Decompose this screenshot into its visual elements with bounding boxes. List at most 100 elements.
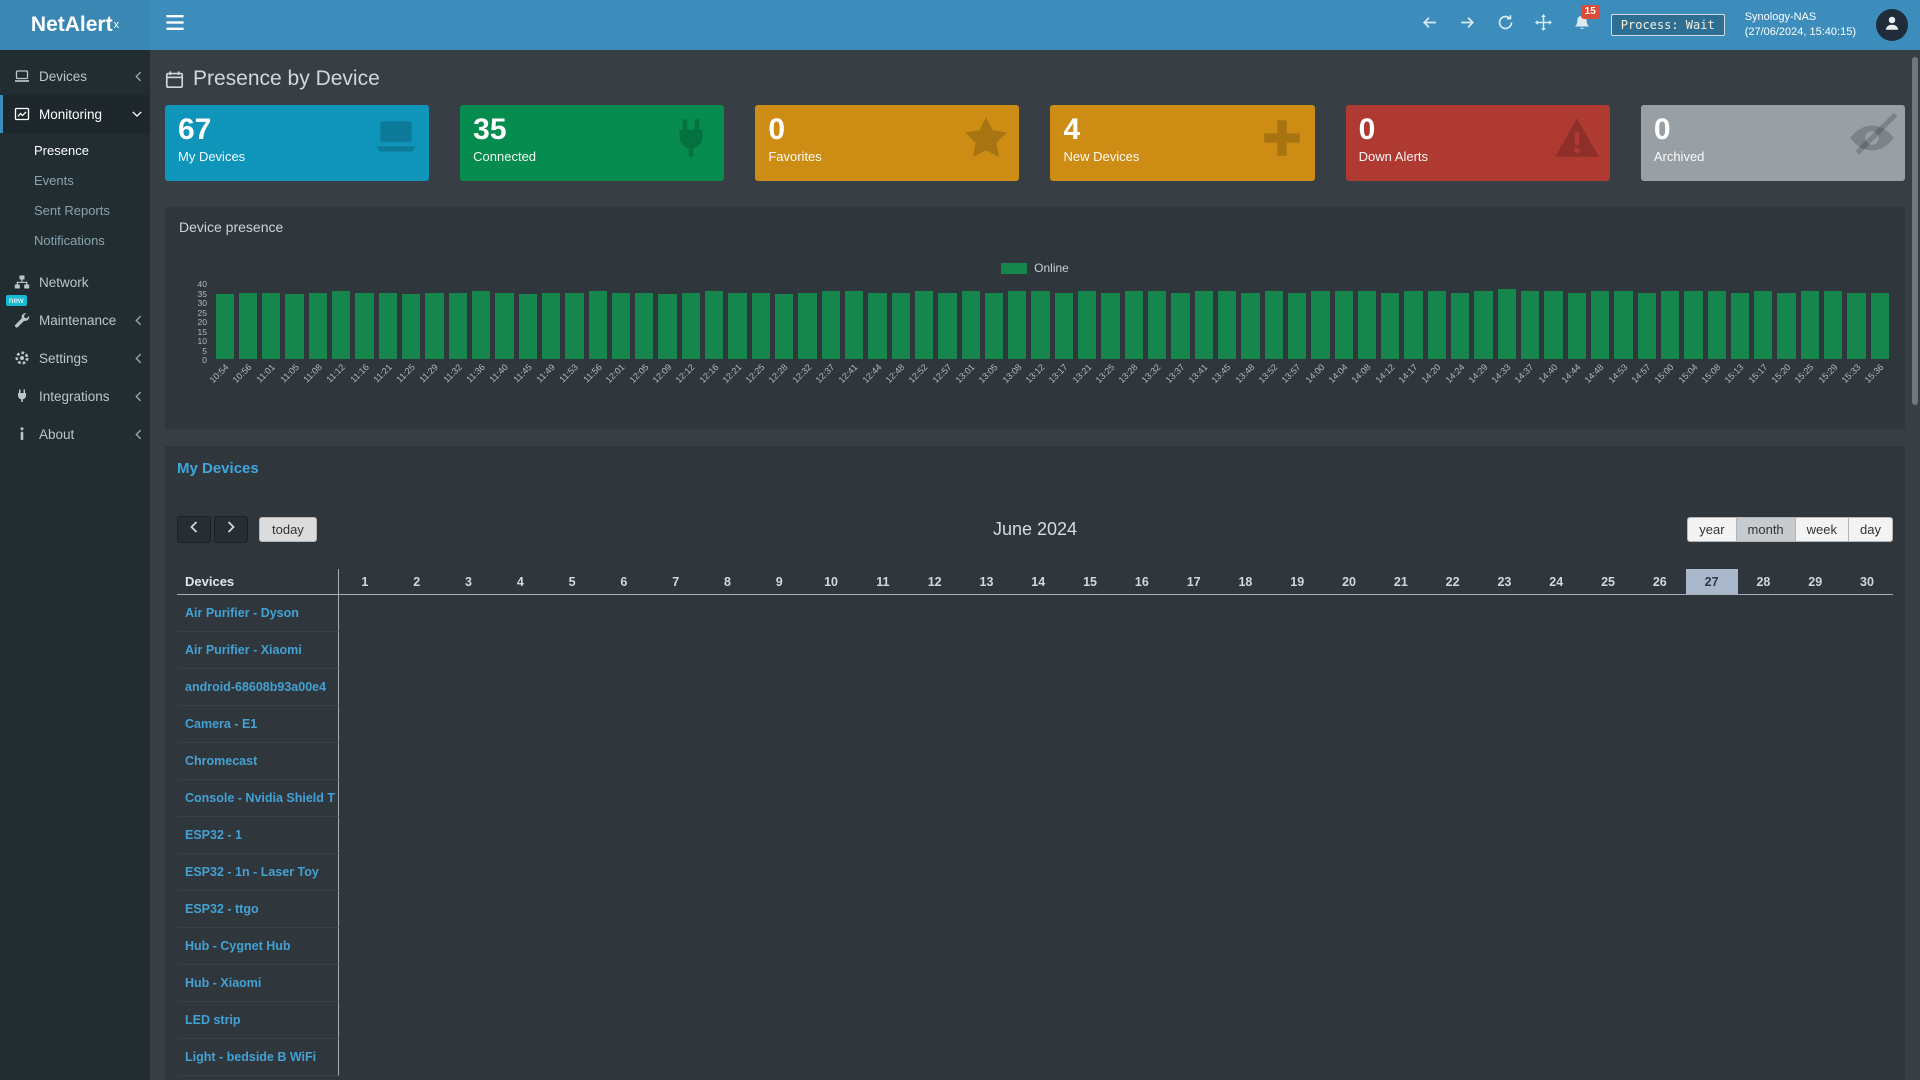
chart-bar bbox=[1241, 293, 1259, 360]
nav-forward-button[interactable] bbox=[1459, 16, 1477, 34]
sidebar-item-maintenance[interactable]: new Maintenance bbox=[0, 301, 150, 339]
chart-bar bbox=[868, 293, 886, 360]
calendar-today-button[interactable]: today bbox=[259, 517, 317, 542]
device-name-link[interactable]: Chromecast bbox=[177, 743, 339, 780]
sidebar-item-sent-reports[interactable]: Sent Reports bbox=[0, 195, 150, 225]
chart-bar bbox=[542, 293, 560, 360]
host-timestamp: (27/06/2024, 15:40:15) bbox=[1745, 25, 1856, 40]
card-down-alerts[interactable]: 0 Down Alerts bbox=[1346, 105, 1610, 181]
chart-bar bbox=[1474, 291, 1492, 359]
card-my-devices[interactable]: 67 My Devices bbox=[165, 105, 429, 181]
laptop-icon bbox=[14, 68, 30, 84]
device-name-link[interactable]: Camera - E1 bbox=[177, 706, 339, 743]
device-name-link[interactable]: LED strip bbox=[177, 1002, 339, 1039]
chart-bar bbox=[1731, 293, 1749, 360]
device-name-link[interactable]: ESP32 - 1 bbox=[177, 817, 339, 854]
plug-icon bbox=[666, 113, 716, 163]
day-header-17: 17 bbox=[1168, 569, 1220, 594]
chart-bar bbox=[612, 293, 630, 360]
refresh-button[interactable] bbox=[1497, 16, 1515, 34]
device-name-link[interactable]: Air Purifier - Dyson bbox=[177, 595, 339, 632]
chart-bar bbox=[1428, 291, 1446, 359]
eye-slash-icon bbox=[1847, 113, 1897, 163]
card-favorites[interactable]: 0 Favorites bbox=[755, 105, 1019, 181]
chart-bar bbox=[635, 293, 653, 360]
day-header-26: 26 bbox=[1634, 569, 1686, 594]
day-header-15: 15 bbox=[1064, 569, 1116, 594]
star-icon bbox=[961, 113, 1011, 163]
chart-bar bbox=[1335, 291, 1353, 359]
chart-bar bbox=[1288, 293, 1306, 360]
view-month-button[interactable]: month bbox=[1736, 517, 1796, 542]
refresh-icon bbox=[1497, 14, 1514, 36]
chart-bar bbox=[962, 291, 980, 359]
move-button[interactable] bbox=[1535, 16, 1553, 34]
y-tick-label: 40 bbox=[198, 279, 207, 289]
day-header-6: 6 bbox=[598, 569, 650, 594]
device-name-link[interactable]: Air Purifier - Xiaomi bbox=[177, 632, 339, 669]
view-day-button[interactable]: day bbox=[1848, 517, 1893, 542]
chart-bar bbox=[239, 293, 257, 360]
device-row: Hub - Cygnet Hub bbox=[177, 928, 1893, 965]
device-name-link[interactable]: ESP32 - ttgo bbox=[177, 891, 339, 928]
sidebar-item-label: Network bbox=[39, 275, 142, 290]
sidebar-item-integrations[interactable]: Integrations bbox=[0, 377, 150, 415]
monitoring-submenu: Presence Events Sent Reports Notificatio… bbox=[0, 133, 150, 263]
chevron-left-icon bbox=[135, 429, 142, 440]
card-archived[interactable]: 0 Archived bbox=[1641, 105, 1905, 181]
sidebar-item-monitoring[interactable]: Monitoring bbox=[0, 95, 150, 133]
sidebar-item-label: Devices bbox=[39, 69, 135, 84]
view-week-button[interactable]: week bbox=[1795, 517, 1849, 542]
chart-bar bbox=[1824, 291, 1842, 359]
chart-bar bbox=[682, 293, 700, 360]
day-header-3: 3 bbox=[443, 569, 495, 594]
day-header-24: 24 bbox=[1530, 569, 1582, 594]
device-name-link[interactable]: Light - bedside B WiFi bbox=[177, 1039, 339, 1076]
top-bar: NetAlertx 15 Process: Wait Synology-NAS … bbox=[0, 0, 1920, 50]
day-header-2: 2 bbox=[391, 569, 443, 594]
device-name-link[interactable]: Hub - Cygnet Hub bbox=[177, 928, 339, 965]
calendar-prev-button[interactable] bbox=[177, 516, 211, 543]
device-name-link[interactable]: Console - Nvidia Shield T bbox=[177, 780, 339, 817]
sidebar-item-notifications[interactable]: Notifications bbox=[0, 225, 150, 255]
card-new-devices[interactable]: 4 New Devices bbox=[1050, 105, 1314, 181]
chart-bars bbox=[213, 283, 1891, 359]
day-header-14: 14 bbox=[1012, 569, 1064, 594]
chart-bar bbox=[1171, 293, 1189, 360]
card-connected[interactable]: 35 Connected bbox=[460, 105, 724, 181]
calendar-next-button[interactable] bbox=[214, 516, 248, 543]
chart-bar bbox=[1777, 293, 1795, 360]
device-name-link[interactable]: Hub - Xiaomi bbox=[177, 965, 339, 1002]
calendar-header: Devices 12345678910111213141516171819202… bbox=[177, 569, 1893, 595]
view-year-button[interactable]: year bbox=[1687, 517, 1736, 542]
devices-column-header: Devices bbox=[177, 569, 339, 594]
brand-text: NetAlert bbox=[31, 13, 113, 37]
notifications-button[interactable]: 15 bbox=[1573, 14, 1591, 37]
device-name-link[interactable]: ESP32 - 1n - Laser Toy bbox=[177, 854, 339, 891]
y-tick-label: 20 bbox=[198, 317, 207, 327]
chart-bar bbox=[1101, 293, 1119, 360]
day-header-11: 11 bbox=[857, 569, 909, 594]
day-header-30: 30 bbox=[1841, 569, 1893, 594]
day-header-10: 10 bbox=[805, 569, 857, 594]
day-header-8: 8 bbox=[702, 569, 754, 594]
chart-bar bbox=[1381, 293, 1399, 360]
device-row: android-68608b93a00e4 bbox=[177, 669, 1893, 706]
device-row: Console - Nvidia Shield T bbox=[177, 780, 1893, 817]
process-status[interactable]: Process: Wait bbox=[1611, 14, 1725, 36]
sidebar-item-events[interactable]: Events bbox=[0, 165, 150, 195]
device-name-link[interactable]: android-68608b93a00e4 bbox=[177, 669, 339, 706]
user-avatar[interactable] bbox=[1876, 9, 1908, 41]
device-row: Air Purifier - Dyson bbox=[177, 595, 1893, 632]
nav-back-button[interactable] bbox=[1421, 16, 1439, 34]
sidebar-item-devices[interactable]: Devices bbox=[0, 57, 150, 95]
chart-bar bbox=[1055, 293, 1073, 360]
day-header-5: 5 bbox=[546, 569, 598, 594]
sidebar-toggle-button[interactable] bbox=[166, 15, 184, 35]
app-logo[interactable]: NetAlertx bbox=[0, 0, 150, 50]
sidebar-item-settings[interactable]: Settings bbox=[0, 339, 150, 377]
sidebar-item-presence[interactable]: Presence bbox=[0, 135, 150, 165]
sidebar-item-about[interactable]: About bbox=[0, 415, 150, 453]
vertical-scrollbar[interactable] bbox=[1912, 57, 1918, 405]
chevron-left-icon bbox=[135, 391, 142, 402]
